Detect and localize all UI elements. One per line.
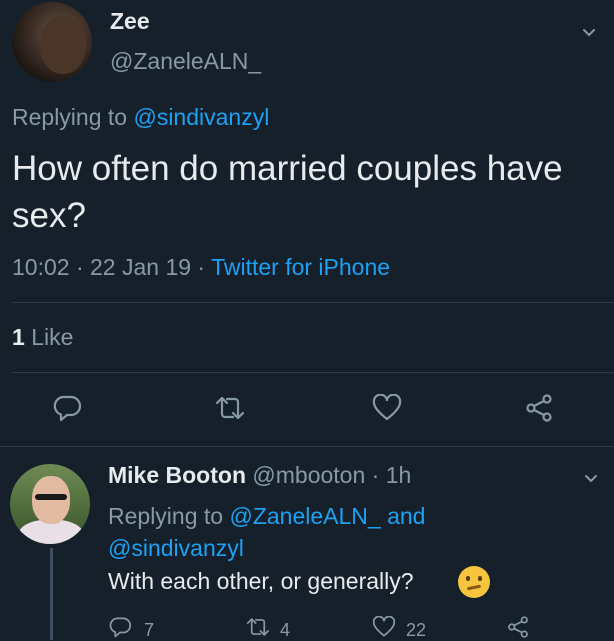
like-icon[interactable]	[372, 394, 402, 422]
divider	[0, 446, 614, 447]
meta-separator: ·	[69, 254, 91, 280]
reply-text: With each other, or generally?	[108, 568, 414, 594]
chevron-down-icon[interactable]	[582, 26, 596, 40]
tweet-time[interactable]: 10:02	[12, 254, 70, 280]
reply-header: Mike Booton @mbooton · 1h	[108, 462, 411, 489]
tweet-date[interactable]: 22 Jan 19	[90, 254, 191, 280]
divider	[12, 302, 614, 303]
like-count: 1	[12, 324, 25, 350]
chevron-down-icon[interactable]	[584, 472, 598, 486]
reply-icon[interactable]	[108, 616, 132, 638]
tweet-text: How often do married couples have sex?	[12, 149, 563, 235]
user-handle[interactable]: @ZaneleALN_	[110, 48, 261, 75]
replying-to-link[interactable]: @sindivanzyl	[133, 104, 269, 130]
reply-age[interactable]: · 1h	[372, 462, 412, 488]
thread-line	[50, 548, 53, 640]
replying-and: and	[387, 503, 426, 529]
display-name[interactable]: Zee	[110, 8, 150, 35]
reply-display-name[interactable]: Mike Booton	[108, 462, 246, 488]
like-icon[interactable]	[372, 616, 396, 638]
tweet-source[interactable]: Twitter for iPhone	[211, 254, 390, 280]
divider	[12, 372, 614, 373]
tweet-meta: 10:02 · 22 Jan 19 · Twitter for iPhone	[12, 254, 390, 281]
replying-prefix: Replying to	[12, 104, 134, 130]
share-icon[interactable]	[506, 616, 530, 638]
retweet-icon[interactable]	[213, 394, 247, 422]
reply-icon[interactable]	[52, 394, 82, 422]
thinking-face-icon	[458, 566, 490, 598]
reply-count: 7	[144, 620, 155, 640]
retweet-count: 4	[280, 620, 291, 640]
replying-prefix: Replying to	[108, 503, 230, 529]
reply-handle[interactable]: @mbooton	[252, 462, 365, 488]
retweet-icon[interactable]	[244, 616, 272, 638]
like-label: Like	[31, 324, 74, 350]
share-icon[interactable]	[524, 394, 554, 422]
like-stats[interactable]: 1 Like	[12, 324, 73, 351]
replying-to-link[interactable]: @ZaneleALN_	[229, 503, 380, 529]
replying-to: Replying to @sindivanzyl	[12, 104, 269, 131]
avatar[interactable]	[10, 464, 90, 544]
reply-replying-to: Replying to @ZaneleALN_ and @sindivanzyl	[108, 500, 588, 564]
replying-to-link[interactable]: @sindivanzyl	[108, 535, 244, 561]
meta-separator: ·	[191, 254, 212, 280]
avatar[interactable]	[12, 2, 92, 82]
like-count: 22	[406, 620, 427, 640]
